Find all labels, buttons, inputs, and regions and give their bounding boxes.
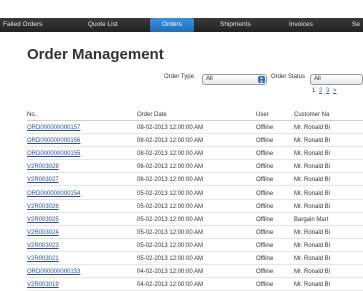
order-number-link[interactable]: ORD000000000155 bbox=[27, 151, 80, 157]
order-type-select[interactable]: All ▲ ▼ bbox=[202, 74, 267, 85]
customer-name-cell: Mr. Ronald Bl bbox=[294, 203, 331, 210]
table-row[interactable]: V2R003025 05-02-2013 12:00:00 AM Offline Ba… bbox=[27, 214, 363, 226]
table-row[interactable]: V2R003024 05-02-2013 12:00:00 AM Offline Mr… bbox=[27, 227, 363, 239]
table-row[interactable]: ORD000000000154 05-02-2013 12:00:00 AM Off… bbox=[27, 188, 363, 200]
order-date-cell: 08-02-2013 12:00:00 AM bbox=[137, 138, 204, 145]
customer-name-cell: Bargain Mart bbox=[294, 216, 329, 223]
order-number-link[interactable]: V2R003026 bbox=[27, 204, 59, 210]
order-date-cell: 04-02-2013 12:00:00 AM bbox=[137, 282, 204, 289]
table-row[interactable]: V2R003028 06-02-2013 12:00:00 AM Offline Mr… bbox=[27, 161, 363, 174]
order-date-cell: 08-02-2013 12:00:00 AM bbox=[137, 125, 204, 131]
table-row[interactable]: ORD000000000157 08-02-2013 12:00:00 AM Off… bbox=[27, 122, 363, 134]
order-date-cell: 06-02-2013 12:00:00 AM bbox=[137, 177, 204, 184]
table-row[interactable]: V2R003027 06-02-2013 12:00:00 AM Offline Mr… bbox=[27, 174, 363, 187]
order-number-link[interactable]: V2R003028 bbox=[27, 164, 59, 170]
user-cell: Offline bbox=[256, 190, 274, 197]
page-title: Order Management bbox=[27, 46, 164, 63]
order-type-label: Order Type bbox=[164, 74, 194, 80]
order-date-cell: 05-02-2013 12:00:00 AM bbox=[137, 256, 204, 262]
table-row[interactable]: ORD000000000156 08-02-2013 12:00:00 AM Off… bbox=[27, 135, 363, 148]
order-status-label: Order Status bbox=[271, 74, 306, 80]
col-order-date[interactable]: Order Date bbox=[137, 112, 167, 118]
user-cell: Offline bbox=[256, 229, 274, 236]
order-status-select[interactable]: All bbox=[310, 74, 363, 85]
nav-more[interactable]: Se bbox=[352, 18, 360, 32]
table-row[interactable]: V2R003026 05-02-2013 12:00:00 AM Offline Mr… bbox=[27, 201, 363, 213]
order-number-link[interactable]: V2R003025 bbox=[27, 217, 59, 223]
order-date-cell: 05-02-2013 12:00:00 AM bbox=[137, 216, 204, 223]
col-user[interactable]: User bbox=[256, 112, 269, 118]
select-arrows-icon: ▲ ▼ bbox=[258, 75, 265, 84]
customer-name-cell: Mr. Ronald Bl bbox=[294, 269, 331, 276]
table-row[interactable]: V2R003019 04-02-2013 12:00:00 AM Offline Mr… bbox=[27, 279, 363, 291]
nav-shipments[interactable]: Shipments bbox=[220, 18, 251, 32]
order-type-value: All bbox=[206, 76, 213, 82]
order-number-link[interactable]: ORD000000000153 bbox=[27, 269, 80, 275]
order-date-cell: 05-02-2013 12:00:00 AM bbox=[137, 203, 204, 210]
order-date-cell: 05-02-2013 12:00:00 AM bbox=[137, 190, 204, 197]
order-number-link[interactable]: V2R003027 bbox=[27, 177, 59, 183]
customer-name-cell: Mr. Ronald Bl bbox=[294, 177, 331, 184]
order-number-link[interactable]: ORD000000000156 bbox=[27, 138, 80, 144]
pagination: 1 2 3 > bbox=[312, 88, 339, 94]
col-customer-name[interactable]: Customer Na bbox=[294, 112, 329, 118]
user-cell: Offline bbox=[256, 216, 274, 223]
customer-name-cell: Mr. Ronald Bl bbox=[294, 138, 331, 145]
nav-invoices[interactable]: Invoices bbox=[289, 18, 313, 32]
order-number-link[interactable]: V2R003021 bbox=[27, 256, 59, 262]
user-cell: Offline bbox=[256, 256, 274, 262]
main-nav-bar: Failed Orders Quote List Orders Shipment… bbox=[0, 18, 363, 32]
customer-name-cell: Mr. Ronald Bl bbox=[294, 164, 331, 171]
user-cell: Offline bbox=[256, 177, 274, 184]
customer-name-cell: Mr. Ronald Bl bbox=[294, 242, 331, 249]
customer-name-cell: Mr. Ronald Bl bbox=[294, 190, 331, 197]
page-1: 1 bbox=[312, 88, 316, 94]
table-row[interactable]: V2R003021 05-02-2013 12:00:00 AM Offline Mr… bbox=[27, 253, 363, 265]
order-number-link[interactable]: ORD000000000154 bbox=[27, 191, 80, 197]
user-cell: Offline bbox=[256, 151, 274, 158]
customer-name-cell: Mr. Ronald Bl bbox=[294, 282, 331, 289]
order-date-cell: 08-02-2013 12:00:00 AM bbox=[137, 151, 204, 158]
order-date-cell: 05-02-2013 12:00:00 AM bbox=[137, 242, 204, 249]
user-cell: Offline bbox=[256, 269, 274, 276]
user-cell: Offline bbox=[256, 164, 274, 171]
user-cell: Offline bbox=[256, 138, 274, 145]
order-number-link[interactable]: V2R003023 bbox=[27, 243, 59, 249]
customer-name-cell: Mr. Ronald Bl bbox=[294, 125, 331, 131]
customer-name-cell: Mr. Ronald Bl bbox=[294, 256, 331, 262]
next-page-link[interactable]: > bbox=[333, 88, 337, 94]
col-no[interactable]: No. bbox=[27, 112, 36, 118]
table-row[interactable]: V2R003023 05-02-2013 12:00:00 AM Offline Mr… bbox=[27, 240, 363, 252]
nav-quote-list[interactable]: Quote List bbox=[88, 18, 118, 32]
nav-orders[interactable]: Orders bbox=[150, 18, 194, 32]
customer-name-cell: Mr. Ronald Bl bbox=[294, 229, 331, 236]
page-2-link[interactable]: 2 bbox=[319, 88, 322, 94]
user-cell: Offline bbox=[256, 282, 274, 289]
table-row[interactable]: ORD000000000155 08-02-2013 12:00:00 AM Off… bbox=[27, 148, 363, 161]
order-date-cell: 04-02-2013 12:00:00 AM bbox=[137, 269, 204, 276]
table-header: No. Order Date User Customer Na bbox=[27, 111, 363, 121]
order-date-cell: 06-02-2013 12:00:00 AM bbox=[137, 164, 204, 171]
page-3-link[interactable]: 3 bbox=[326, 88, 329, 94]
user-cell: Offline bbox=[256, 203, 274, 210]
order-status-value: All bbox=[314, 76, 321, 82]
table-row[interactable]: ORD000000000153 04-02-2013 12:00:00 AM Off… bbox=[27, 266, 363, 279]
order-number-link[interactable]: V2R003019 bbox=[27, 282, 59, 288]
user-cell: Offline bbox=[256, 242, 274, 249]
order-number-link[interactable]: ORD000000000157 bbox=[27, 125, 80, 131]
user-cell: Offline bbox=[256, 125, 274, 131]
customer-name-cell: Mr. Ronald Bl bbox=[294, 151, 331, 158]
order-date-cell: 05-02-2013 12:00:00 AM bbox=[137, 229, 204, 236]
order-number-link[interactable]: V2R003024 bbox=[27, 230, 59, 236]
nav-failed-orders[interactable]: Failed Orders bbox=[3, 18, 42, 32]
